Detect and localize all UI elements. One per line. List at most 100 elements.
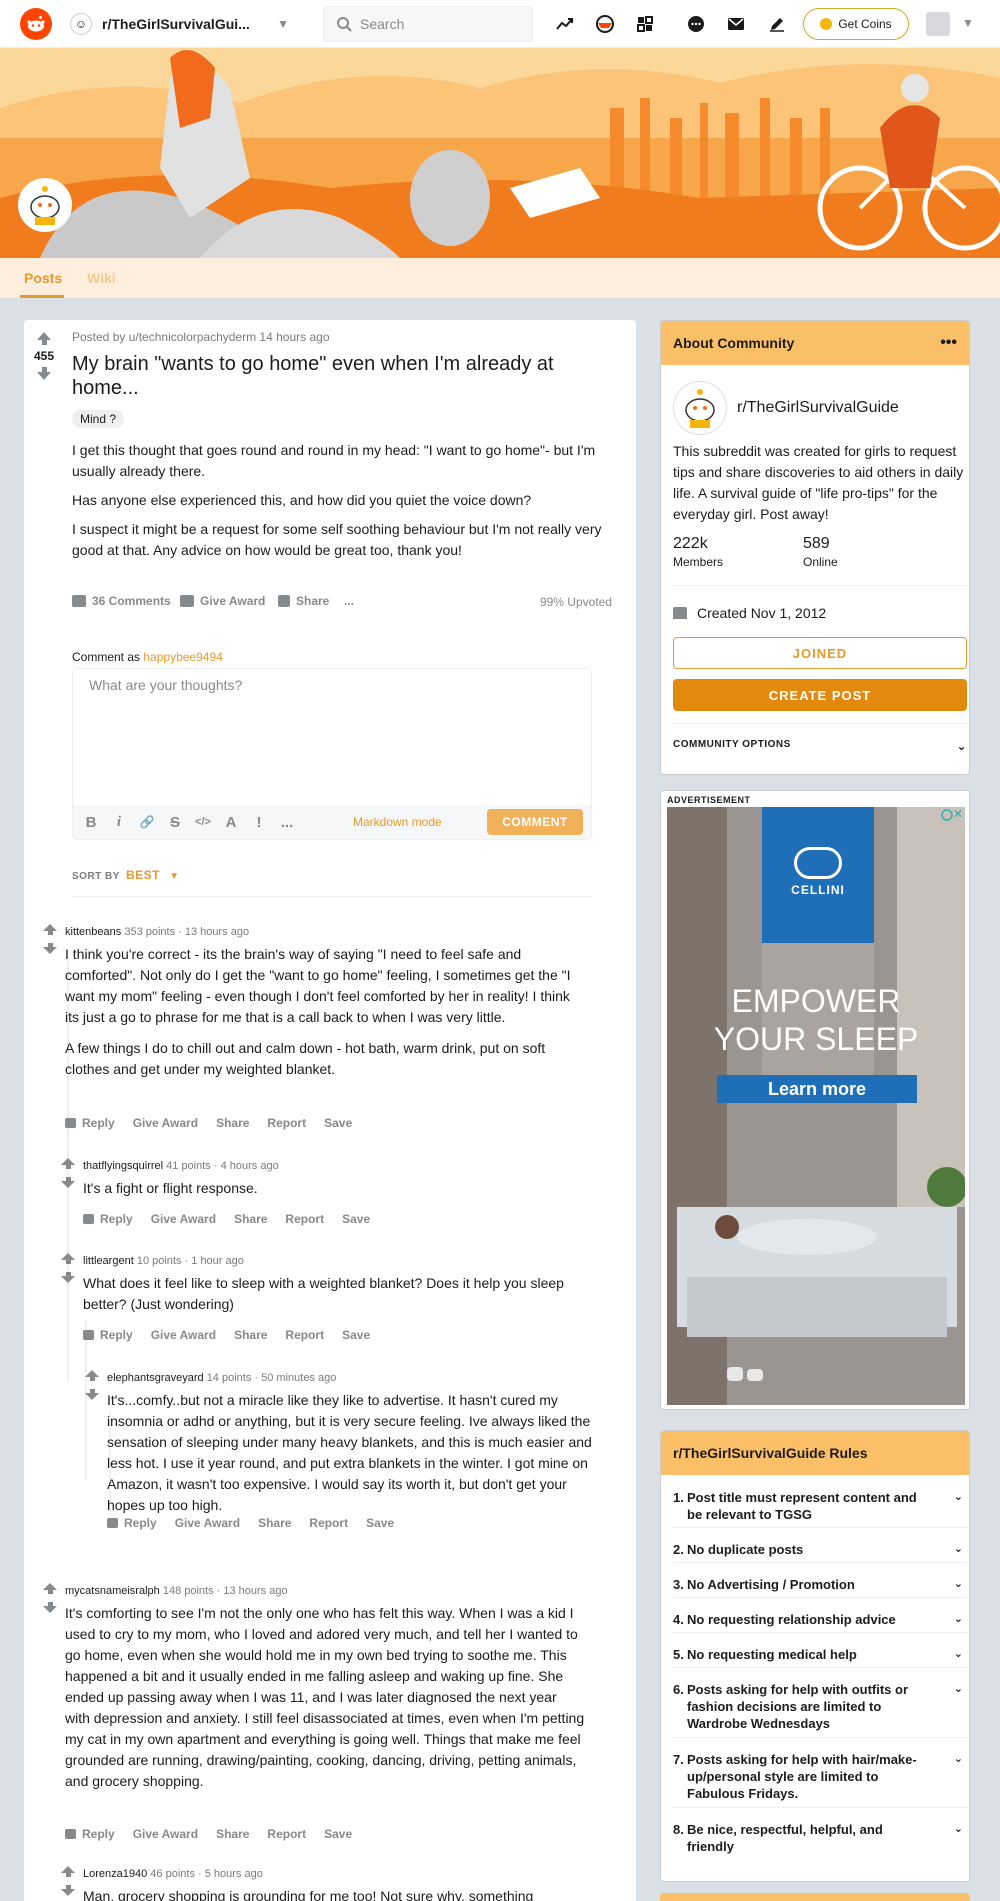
upvote-arrow-icon[interactable]	[40, 1583, 60, 1594]
save-button[interactable]: Save	[324, 1827, 352, 1841]
save-button[interactable]: Save	[342, 1328, 370, 1342]
downvote-arrow-icon[interactable]	[58, 1272, 78, 1283]
create-post-button[interactable]: CREATE POST	[673, 679, 967, 711]
mail-icon[interactable]	[724, 12, 748, 36]
rule-item[interactable]: 4. No requesting relationship advice ⌄	[673, 1611, 963, 1628]
spoiler-icon[interactable]: !	[245, 814, 273, 831]
community-options-toggle[interactable]: COMMUNITY OPTIONS ⌄	[673, 739, 967, 753]
rule-item[interactable]: 5. No requesting medical help ⌄	[673, 1646, 963, 1663]
give-award-button[interactable]: Give Award	[133, 1827, 198, 1841]
comment-author[interactable]: mycatsnameisralph	[65, 1585, 160, 1597]
reply-button[interactable]: Reply	[65, 1827, 115, 1841]
comment-textarea[interactable]	[73, 669, 591, 805]
rule-item[interactable]: 2. No duplicate posts ⌄	[673, 1541, 963, 1558]
upvote-arrow-icon[interactable]	[58, 1253, 78, 1264]
report-button[interactable]: Report	[267, 1827, 306, 1841]
advertisement-image[interactable]: CELLINI EMPOWER YOUR SLEEP Learn more ✕	[667, 807, 965, 1405]
subreddit-selector[interactable]: ☺ r/TheGirlSurvivalGui... ▼	[70, 8, 295, 40]
search-bar[interactable]	[323, 6, 533, 42]
share-button[interactable]: Share	[216, 1827, 249, 1841]
comment-submit-button[interactable]: COMMENT	[487, 809, 583, 835]
upvote-arrow-icon[interactable]	[40, 924, 60, 935]
give-award-button[interactable]: Give Award	[151, 1212, 216, 1226]
share-button[interactable]: Share	[234, 1212, 267, 1226]
comment-author[interactable]: Lorenza1940	[83, 1868, 147, 1880]
superscript-icon[interactable]: A	[217, 814, 245, 831]
chevron-down-icon[interactable]: ▼	[962, 16, 974, 30]
search-input[interactable]	[360, 16, 520, 32]
reply-button[interactable]: Reply	[65, 1116, 115, 1130]
downvote-arrow-icon[interactable]	[32, 367, 56, 380]
share-button[interactable]: Share	[258, 1516, 291, 1530]
share-button[interactable]: Share	[278, 594, 329, 608]
divider	[673, 1807, 967, 1808]
tab-wiki[interactable]: Wiki	[87, 270, 116, 286]
downvote-arrow-icon[interactable]	[40, 943, 60, 954]
coin-icon[interactable]	[593, 12, 617, 36]
share-button[interactable]: Share	[234, 1328, 267, 1342]
user-avatar[interactable]	[926, 12, 950, 36]
reply-button[interactable]: Reply	[107, 1516, 157, 1530]
downvote-arrow-icon[interactable]	[82, 1389, 102, 1400]
report-button[interactable]: Report	[267, 1116, 306, 1130]
downvote-arrow-icon[interactable]	[40, 1602, 60, 1613]
comments-count-label: 36 Comments	[92, 594, 171, 608]
upvote-arrow-icon[interactable]	[82, 1370, 102, 1381]
upvote-arrow-icon[interactable]	[32, 332, 56, 345]
share-button[interactable]: Share	[216, 1116, 249, 1130]
save-button[interactable]: Save	[324, 1116, 352, 1130]
rule-item[interactable]: 8. Be nice, respectful, helpful, and frie…	[673, 1821, 963, 1855]
popular-trending-icon[interactable]	[553, 12, 577, 36]
more-options-icon[interactable]: •••	[940, 334, 957, 352]
ad-close-icon[interactable]: ✕	[953, 807, 963, 821]
reply-button[interactable]: Reply	[83, 1212, 133, 1226]
report-button[interactable]: Report	[285, 1212, 324, 1226]
give-award-button[interactable]: Give Award	[175, 1516, 240, 1530]
community-name[interactable]: r/TheGirlSurvivalGuide	[737, 399, 899, 417]
give-award-button[interactable]: Give Award	[151, 1328, 216, 1342]
code-icon[interactable]: </>	[189, 816, 217, 828]
thread-line[interactable]	[85, 1320, 87, 1480]
comment-author[interactable]: littleargent	[83, 1255, 134, 1267]
chevron-down-icon: ⌄	[953, 1613, 963, 1625]
downvote-arrow-icon[interactable]	[58, 1177, 78, 1188]
bold-icon[interactable]: B	[77, 814, 105, 831]
save-button[interactable]: Save	[342, 1212, 370, 1226]
more-options-button[interactable]: ...	[344, 594, 354, 608]
reddit-logo-icon[interactable]	[20, 8, 52, 40]
rule-item[interactable]: 1. Post title must represent content and …	[673, 1489, 963, 1523]
sort-selector[interactable]: SORT BY BEST ▼	[72, 868, 180, 882]
upvote-arrow-icon[interactable]	[58, 1158, 78, 1169]
report-button[interactable]: Report	[285, 1328, 324, 1342]
strikethrough-icon[interactable]: S	[161, 814, 189, 831]
chat-icon[interactable]	[684, 12, 708, 36]
comment-author[interactable]: elephantsgraveyard	[107, 1372, 204, 1384]
comment-author[interactable]: thatflyingsquirrel	[83, 1160, 163, 1172]
more-formatting-icon[interactable]: ...	[273, 814, 301, 831]
upvote-arrow-icon[interactable]	[58, 1866, 78, 1877]
give-award-button[interactable]: Give Award	[133, 1116, 198, 1130]
tab-posts[interactable]: Posts	[24, 270, 62, 286]
create-post-pencil-icon[interactable]	[765, 12, 789, 36]
report-button[interactable]: Report	[309, 1516, 348, 1530]
rule-item[interactable]: 3. No Advertising / Promotion ⌄	[673, 1576, 963, 1593]
link-icon[interactable]: 🔗	[133, 815, 161, 829]
rule-item[interactable]: 6. Posts asking for help with outfits or …	[673, 1681, 963, 1732]
comment-username-link[interactable]: happybee9494	[143, 650, 222, 664]
italic-icon[interactable]: i	[105, 814, 133, 831]
markdown-mode-button[interactable]: Markdown mode	[353, 815, 442, 829]
reply-button[interactable]: Reply	[83, 1328, 133, 1342]
save-button[interactable]: Save	[366, 1516, 394, 1530]
get-coins-button[interactable]: Get Coins	[803, 8, 909, 40]
ad-learn-more-button[interactable]: Learn more	[717, 1075, 917, 1103]
downvote-arrow-icon[interactable]	[58, 1885, 78, 1896]
give-award-button[interactable]: Give Award	[180, 594, 265, 608]
comments-button[interactable]: 36 Comments	[72, 594, 171, 608]
post-flair[interactable]: Mind ?	[72, 410, 125, 428]
created-date: Created Nov 1, 2012	[673, 605, 826, 621]
rule-text: Posts asking for help with hair/make-up/…	[687, 1752, 917, 1801]
joined-button[interactable]: JOINED	[673, 637, 967, 669]
community-grid-icon[interactable]	[633, 12, 657, 36]
comment-author[interactable]: kittenbeans	[65, 926, 121, 938]
rule-item[interactable]: 7. Posts asking for help with hair/make-u…	[673, 1751, 963, 1802]
